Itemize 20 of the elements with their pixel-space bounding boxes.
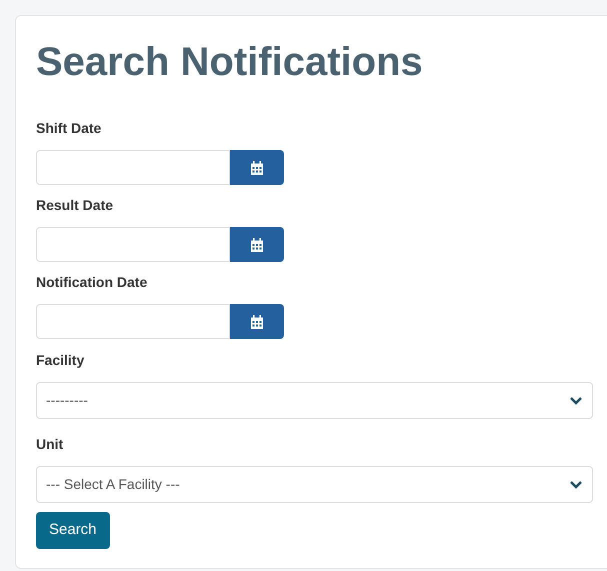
calendar-button[interactable] [230,304,284,339]
field-label: Unit [36,435,64,454]
dropdown[interactable]: --------- [36,382,593,419]
field-label: Shift Date [36,119,102,138]
chevron-down-icon [569,480,583,489]
calendar-button[interactable] [230,227,284,262]
calendar-button[interactable] [230,150,284,185]
chevron-down-icon [569,396,583,405]
page-title: Search Notifications [36,39,423,86]
dropdown[interactable]: --- Select A Facility --- [36,466,593,503]
date-input[interactable] [36,150,230,185]
calendar-icon [251,160,263,174]
calendar-icon [251,238,263,252]
search-button[interactable]: Search [36,512,110,549]
calendar-icon [251,314,263,328]
field-label: Notification Date [36,273,148,292]
field-label: Result Date [36,196,114,215]
date-input[interactable] [36,227,230,262]
field-label: Facility [36,351,84,370]
date-input[interactable] [36,304,230,339]
